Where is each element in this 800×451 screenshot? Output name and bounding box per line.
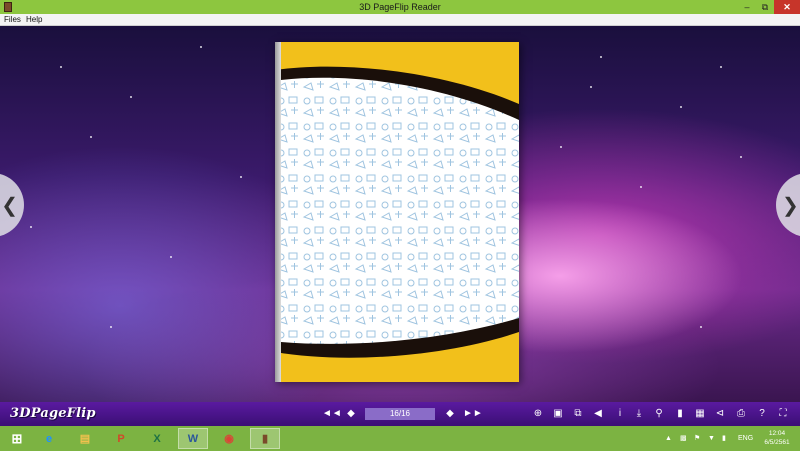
fullscreen-icon[interactable]: ⛶: [776, 406, 790, 422]
page-indicator[interactable]: 16/16: [365, 408, 435, 420]
menu-bar: Files Help: [0, 14, 800, 26]
minimize-icon[interactable]: –: [738, 0, 756, 14]
battery-icon[interactable]: ▮: [722, 426, 726, 451]
pageflip-reader-icon[interactable]: ▮: [250, 428, 280, 449]
book-spine: [275, 42, 281, 382]
last-page-icon[interactable]: ►►: [463, 406, 483, 422]
previous-page-icon[interactable]: ◆: [344, 406, 358, 422]
flag-icon[interactable]: ⚑: [694, 426, 700, 451]
zoom-icon[interactable]: ⊕: [531, 406, 545, 422]
single-page-icon[interactable]: ▣: [551, 406, 565, 422]
windows-taskbar: ⊞ e ▤ P X W ◉ ▮ ▲ ▩ ⚑ ▼ ▮ ENG 12:04 6/5/…: [0, 426, 800, 451]
excel-icon[interactable]: X: [142, 428, 172, 449]
internet-explorer-icon[interactable]: e: [34, 428, 64, 449]
restore-icon[interactable]: ⧉: [756, 0, 774, 14]
menu-help[interactable]: Help: [26, 14, 42, 25]
book-cover-art: [275, 42, 519, 382]
pageflip-logo: 3DPageFlip: [10, 406, 96, 421]
word-icon[interactable]: W: [178, 428, 208, 449]
clock-time: 12:04: [768, 430, 786, 437]
system-clock[interactable]: 12:04 6/5/2561: [758, 429, 796, 447]
search-icon[interactable]: ⚲: [652, 406, 666, 422]
print-icon[interactable]: ⎙: [734, 406, 748, 422]
powerpoint-icon[interactable]: P: [106, 428, 136, 449]
language-indicator[interactable]: ENG: [738, 426, 753, 451]
clock-date: 6/5/2561: [764, 439, 790, 446]
thumbnails-icon[interactable]: ⧉: [571, 406, 585, 422]
next-page-icon[interactable]: ◆: [443, 406, 457, 422]
info-icon[interactable]: i: [613, 406, 627, 422]
share-icon[interactable]: ⊲: [713, 406, 727, 422]
volume-icon[interactable]: ▼: [708, 426, 715, 451]
file-explorer-icon[interactable]: ▤: [70, 428, 100, 449]
sound-icon[interactable]: ◀: [591, 406, 605, 422]
close-icon[interactable]: ✕: [774, 0, 800, 14]
window-title: 3D PageFlip Reader: [359, 2, 441, 12]
tray-arrow-icon[interactable]: ▲: [665, 426, 672, 451]
next-page-arrow[interactable]: ❯: [776, 173, 800, 237]
menu-files[interactable]: Files: [4, 14, 21, 25]
chevron-right-icon: ❯: [782, 194, 799, 217]
title-bar: 3D PageFlip Reader – ⧉ ✕: [0, 0, 800, 14]
chevron-left-icon: ❮: [1, 194, 18, 217]
help-icon[interactable]: ?: [755, 406, 769, 422]
chrome-icon[interactable]: ◉: [214, 428, 244, 449]
bookmark-icon[interactable]: ▮: [673, 406, 687, 422]
book-page[interactable]: [275, 42, 519, 382]
start-icon[interactable]: ⊞: [2, 428, 32, 449]
grid-icon[interactable]: ▦: [693, 406, 707, 422]
network-icon[interactable]: ▩: [680, 426, 687, 451]
reader-toolbar: 3DPageFlip ◄◄ ◆ 16/16 ◆ ►► ⊕ ▣ ⧉ ◀ i ⤓ ⚲…: [0, 402, 800, 426]
download-icon[interactable]: ⤓: [632, 406, 646, 422]
first-page-icon[interactable]: ◄◄: [322, 406, 342, 422]
previous-page-arrow[interactable]: ❮: [0, 173, 24, 237]
viewer-stage: ❮ ❯: [0, 26, 800, 402]
